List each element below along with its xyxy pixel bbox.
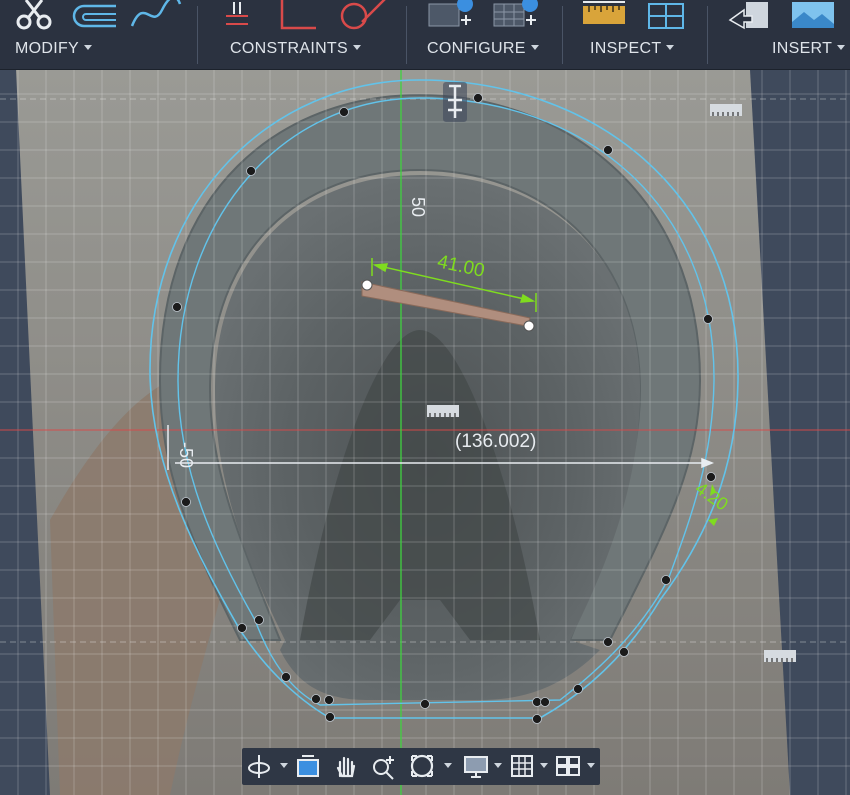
- configure-table-icon[interactable]: [427, 0, 477, 30]
- horizontal-constraint-icon[interactable]: [764, 650, 796, 662]
- inspect-label: INSPECT: [590, 40, 662, 57]
- chevron-down-icon[interactable]: [494, 763, 502, 768]
- pan-icon[interactable]: [332, 752, 360, 780]
- tangent-constraint-icon[interactable]: [338, 0, 394, 32]
- horizontal-reference-value[interactable]: (136.002): [455, 431, 536, 452]
- measure-icon[interactable]: [581, 0, 629, 30]
- fix-constraint-icon[interactable]: [443, 82, 467, 122]
- canvas-viewport[interactable]: 41.00 (136.002) 50 -50 4.20: [0, 70, 850, 795]
- viewports-icon[interactable]: [554, 752, 582, 780]
- grid-settings-icon[interactable]: [508, 752, 536, 780]
- insert-canvas-icon[interactable]: [790, 0, 836, 30]
- offset-icon[interactable]: [66, 0, 120, 30]
- nail-endpoint[interactable]: [361, 279, 373, 291]
- left-tick-label: -50: [176, 442, 196, 468]
- perpendicular-constraint-icon[interactable]: [278, 0, 318, 32]
- chevron-down-icon[interactable]: [540, 763, 548, 768]
- look-at-icon[interactable]: [294, 752, 322, 780]
- fit-icon[interactable]: [408, 752, 436, 780]
- toolbar: MODIFY CONSTRAINTS CONFIGURE INSPECT INS…: [0, 0, 850, 70]
- navigation-bar: [242, 748, 600, 785]
- inspect-group[interactable]: INSPECT: [563, 0, 706, 69]
- trim-scissors-icon[interactable]: [14, 0, 54, 36]
- insert-derive-icon[interactable]: [726, 0, 774, 30]
- zoom-icon[interactable]: [370, 752, 398, 780]
- constraints-label: CONSTRAINTS: [230, 40, 348, 57]
- configure-label: CONFIGURE: [427, 40, 526, 57]
- chevron-down-icon[interactable]: [444, 763, 452, 768]
- modify-group[interactable]: MODIFY: [0, 0, 195, 69]
- horizontal-constraint-icon[interactable]: [710, 104, 742, 116]
- chevron-down-icon[interactable]: [666, 45, 675, 50]
- horizontal-vertical-constraint-icon[interactable]: [222, 0, 252, 30]
- display-settings-icon[interactable]: [462, 752, 490, 780]
- interference-icon[interactable]: [645, 0, 689, 30]
- orbit-icon[interactable]: [246, 752, 274, 780]
- modify-label: MODIFY: [15, 40, 80, 57]
- chevron-down-icon[interactable]: [587, 763, 595, 768]
- chevron-down-icon[interactable]: [530, 45, 539, 50]
- insert-label: INSERT: [772, 40, 833, 57]
- chevron-down-icon[interactable]: [280, 763, 288, 768]
- spline-icon[interactable]: [128, 0, 184, 30]
- insert-group[interactable]: INSERT: [708, 0, 850, 69]
- configure-grid-icon[interactable]: [492, 0, 542, 30]
- chevron-down-icon[interactable]: [84, 45, 93, 50]
- chevron-down-icon[interactable]: [837, 45, 846, 50]
- nail-endpoint[interactable]: [523, 320, 535, 332]
- sketch-canvas[interactable]: 41.00 (136.002) 50 -50 4.20: [0, 70, 850, 795]
- constraints-group[interactable]: CONSTRAINTS: [198, 0, 406, 69]
- chevron-down-icon[interactable]: [352, 45, 361, 50]
- horizontal-constraint-icon[interactable]: [427, 405, 459, 417]
- vertical-tick-label: 50: [408, 197, 428, 217]
- configure-group[interactable]: CONFIGURE: [407, 0, 562, 69]
